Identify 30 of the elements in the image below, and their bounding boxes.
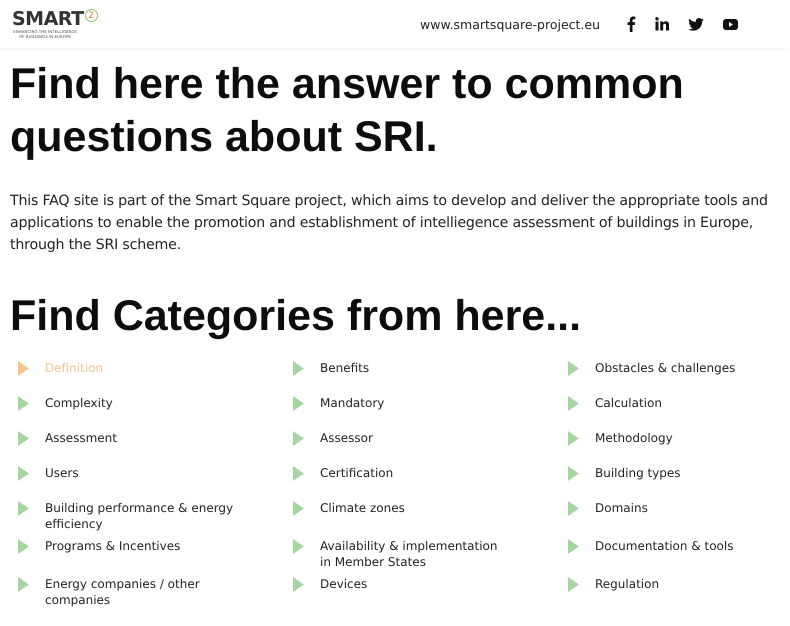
category-link[interactable]: Programs & Incentives [45, 538, 235, 554]
category-link[interactable]: Availability & implementation in Member States [320, 538, 510, 570]
category-link[interactable]: Regulation [595, 576, 785, 592]
section-heading: Find Categories from here... [10, 292, 582, 340]
category-link[interactable]: Assessment [45, 430, 235, 446]
linkedin-icon[interactable] [655, 17, 669, 31]
category-link[interactable]: Benefits [320, 360, 510, 376]
category-link[interactable]: Building types [595, 465, 785, 481]
category-link[interactable]: Climate zones [320, 500, 510, 516]
logo-wordmark: SMART [12, 9, 84, 29]
category-link[interactable]: Mandatory [320, 395, 510, 411]
category-link[interactable]: Domains [595, 500, 785, 516]
website-link[interactable]: www.smartsquare-project.eu [420, 16, 600, 32]
logo-badge: 2 [84, 9, 98, 22]
category-link[interactable]: Obstacles & challenges [595, 360, 785, 376]
category-link[interactable]: Energy companies / other companies [45, 576, 235, 608]
category-link[interactable]: Documentation & tools [595, 538, 785, 554]
category-link[interactable]: Methodology [595, 430, 785, 446]
page-title: Find here the answer to common questions about SRI. [10, 59, 685, 163]
category-link[interactable]: Users [45, 465, 235, 481]
category-link[interactable]: Devices [320, 576, 510, 592]
youtube-icon[interactable] [723, 18, 738, 30]
category-link[interactable]: Calculation [595, 395, 785, 411]
category-link[interactable]: Building performance & energy efficiency [45, 500, 235, 532]
category-link[interactable]: Complexity [45, 395, 235, 411]
intro-paragraph: This FAQ site is part of the Smart Square project, which aims to develop and deliver the appropriate tools and applications to enable the promotion and establishment of intelliegence assessment of buildings in Europe, through the SRI scheme. [10, 192, 769, 255]
facebook-icon[interactable] [626, 16, 636, 32]
category-link[interactable]: Certification [320, 465, 510, 481]
twitter-icon[interactable] [688, 18, 704, 30]
category-link[interactable]: Assessor [320, 430, 510, 446]
